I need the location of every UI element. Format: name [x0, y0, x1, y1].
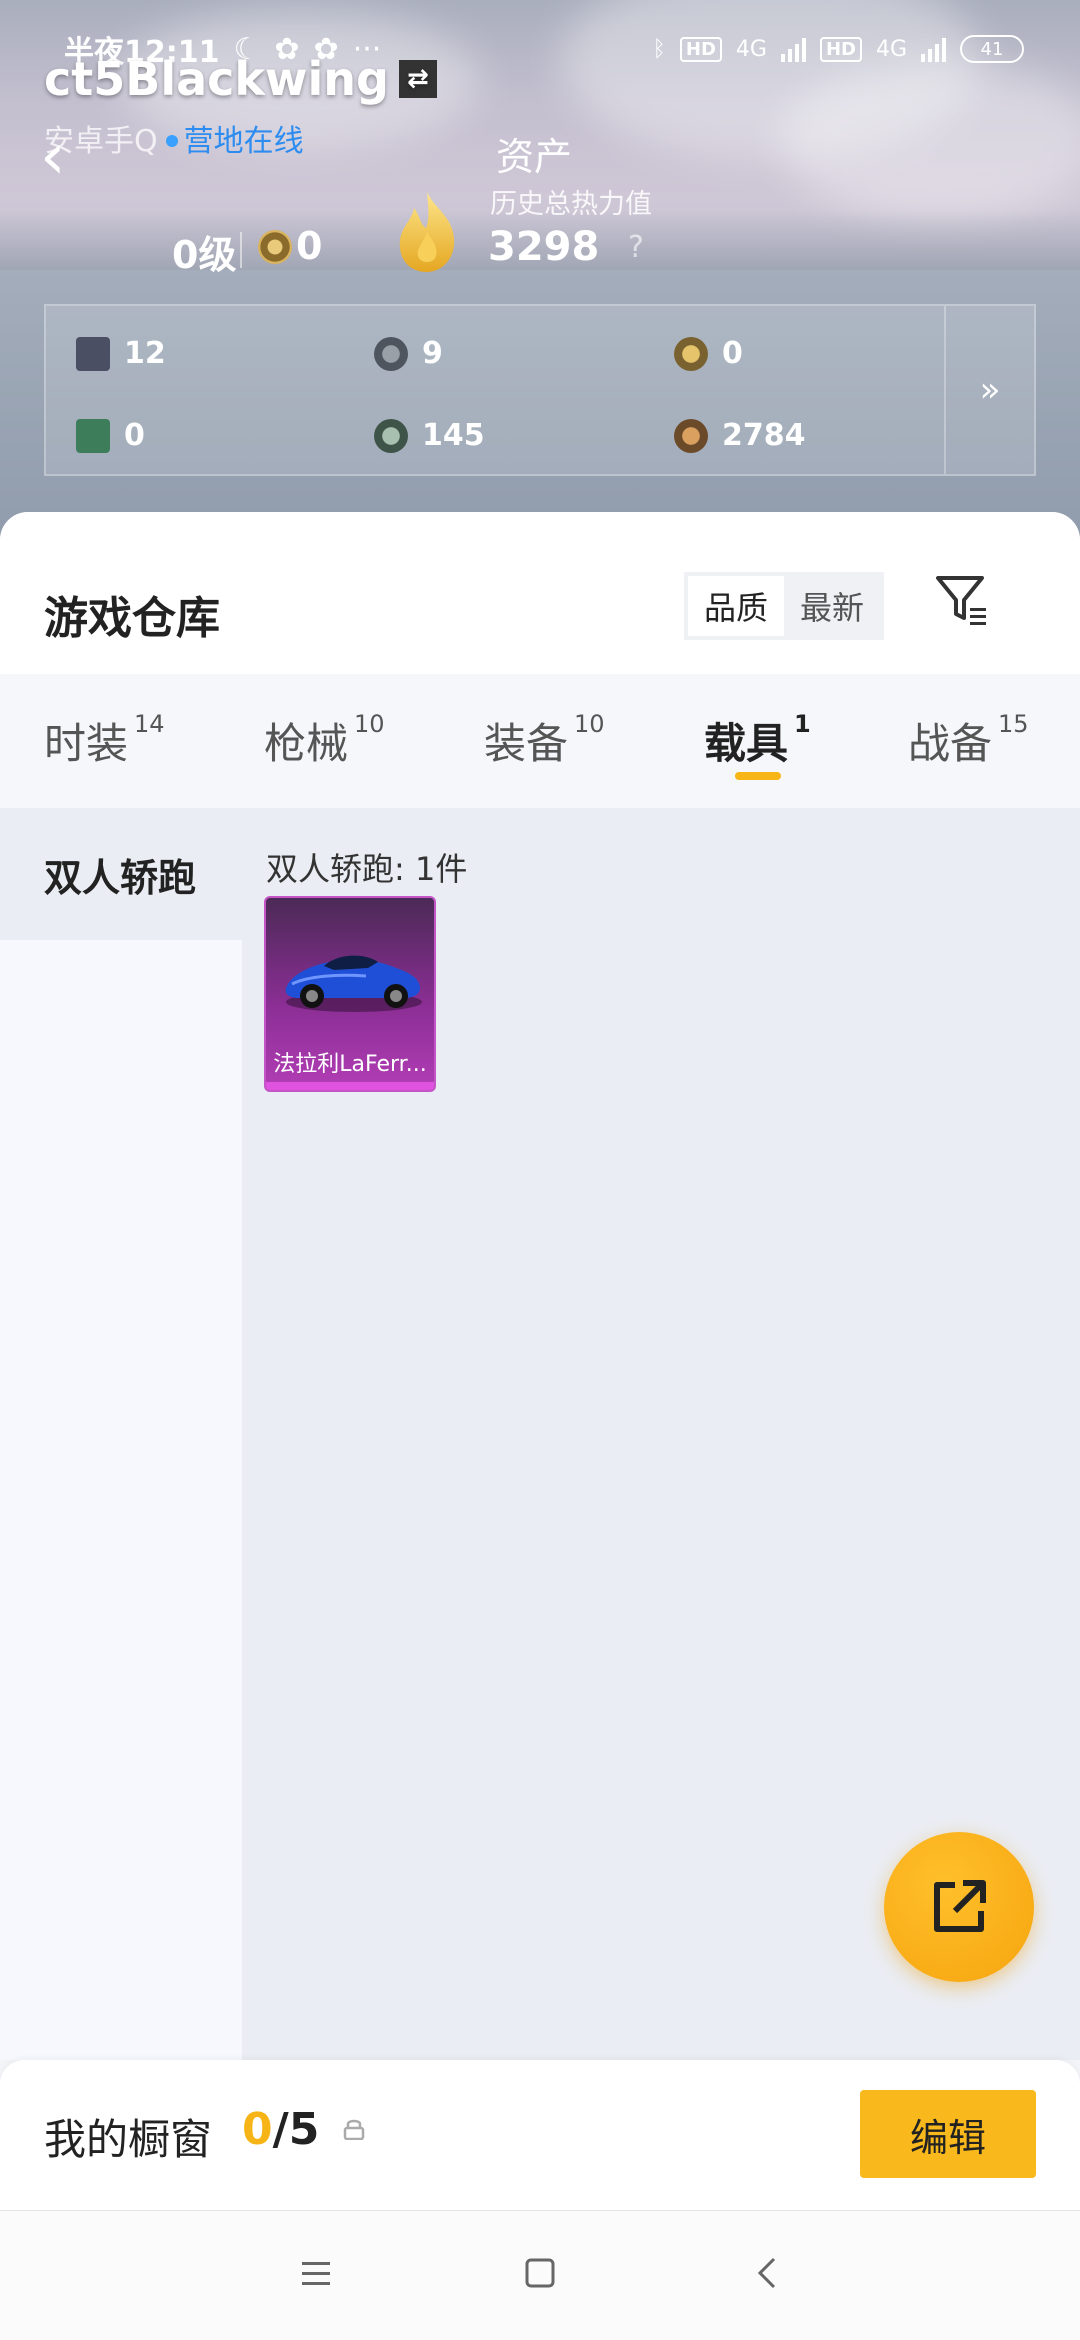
tab-combat-gear[interactable]: 战备 15 — [908, 710, 1029, 771]
gem-icon — [374, 418, 408, 453]
ticket-icon — [76, 418, 110, 453]
tab-label: 载具 — [704, 719, 789, 768]
filter-icon[interactable] — [932, 570, 992, 630]
hd-badge: HD — [679, 36, 722, 62]
sky-cloud — [780, 60, 1080, 220]
profile-header: 半夜12:11 ☾ ✿ ✿ ··· ᛒ HD 4G HD 4G 41 ct5Bl… — [0, 0, 1080, 560]
home-icon[interactable] — [520, 2253, 560, 2293]
showcase-bar: 我的橱窗 0/5 编辑 — [0, 2060, 1080, 2210]
tab-firearms[interactable]: 枪械 10 — [264, 710, 385, 771]
stat-value: 0 — [124, 418, 145, 453]
tab-count: 10 — [354, 710, 385, 738]
lock-icon — [343, 2119, 365, 2140]
tab-label: 枪械 — [264, 719, 349, 768]
warehouse-header: 游戏仓库 品质 最新 — [0, 512, 1080, 674]
bluetooth-icon: ᛒ — [652, 36, 666, 62]
stats-panel: 12 9 0 0 145 2784 » — [44, 304, 1036, 476]
subcategory-sidebar: 双人轿跑 — [0, 808, 242, 2060]
token-icon — [674, 418, 708, 453]
online-status: 营地在线 — [183, 124, 304, 159]
item-name: 法拉利LaFerr... — [273, 1052, 427, 1077]
stat-value: 2784 — [722, 418, 806, 453]
username: ct5Blackwing ⇄ — [44, 52, 437, 106]
stat-item: 0 — [76, 418, 145, 453]
stat-item: 12 — [76, 336, 166, 371]
assets-title: 资产 — [496, 135, 573, 179]
stats-more-button[interactable]: » — [944, 306, 1034, 474]
edit-button[interactable]: 编辑 — [860, 2090, 1036, 2178]
online-dot — [165, 135, 178, 147]
stat-item: 2784 — [674, 418, 806, 453]
stat-value: 9 — [422, 336, 443, 371]
tab-count: 15 — [998, 710, 1029, 738]
tab-label: 战备 — [908, 719, 993, 768]
tab-label: 时装 — [44, 719, 129, 768]
heat-label: 历史总热力值 — [490, 189, 652, 220]
stat-item: 9 — [374, 336, 443, 371]
showcase-total: /5 — [272, 2104, 320, 2155]
tab-count: 1 — [794, 710, 811, 738]
warehouse-sheet: 游戏仓库 品质 最新 时装 14 枪械 10 装备 10 载具 1 战备 15 双人 — [0, 512, 1080, 2060]
tab-count: 14 — [134, 710, 165, 738]
divider — [240, 232, 242, 268]
tab-fashion[interactable]: 时装 14 — [44, 710, 165, 771]
medal-count: 0 — [296, 224, 323, 268]
showcase-label: 我的橱窗 — [44, 2115, 213, 2164]
showcase-count: 0/5 — [242, 2104, 319, 2155]
share-icon — [934, 1880, 986, 1932]
car-image — [285, 955, 422, 1012]
double-chevron-right-icon: » — [979, 370, 1001, 410]
stat-value: 0 — [722, 336, 743, 371]
network-type: 4G — [735, 36, 767, 62]
warehouse-title: 游戏仓库 — [44, 593, 220, 644]
sidebar-item-coupe[interactable]: 双人轿跑 — [0, 808, 242, 940]
system-navigation-bar — [0, 2210, 1080, 2340]
card-icon — [76, 336, 110, 371]
back-icon[interactable] — [748, 2253, 788, 2293]
help-icon[interactable]: ? — [628, 230, 644, 265]
sort-toggle: 品质 最新 — [684, 572, 884, 640]
rarity-bar — [266, 1082, 434, 1090]
battery-indicator: 41 — [960, 35, 1024, 63]
menu-icon[interactable] — [296, 2253, 336, 2293]
showcase-current: 0 — [242, 2104, 273, 2155]
active-tab-indicator — [735, 772, 781, 780]
tab-count: 10 — [574, 710, 605, 738]
sort-quality-option[interactable]: 品质 — [688, 576, 784, 636]
sort-latest-option[interactable]: 最新 — [784, 576, 880, 636]
flame-icon — [399, 192, 455, 272]
signal-icon — [780, 36, 806, 62]
medal-icon — [258, 230, 292, 264]
stat-item: 0 — [674, 336, 743, 371]
account-info: 安卓手Q 营地在线 — [44, 116, 304, 160]
category-count: 双人轿跑: 1件 — [266, 850, 468, 888]
hd-badge: HD — [819, 36, 862, 62]
coin-icon — [374, 336, 408, 371]
switch-account-icon[interactable]: ⇄ — [398, 60, 437, 98]
stat-value: 145 — [422, 418, 485, 453]
stat-item: 145 — [374, 418, 485, 453]
item-card[interactable]: 法拉利LaFerr... — [264, 896, 436, 1092]
back-button[interactable]: ‹ — [40, 125, 66, 189]
tab-vehicles[interactable]: 载具 1 — [704, 710, 811, 771]
tab-label: 装备 — [484, 719, 569, 768]
signal-icon — [921, 36, 946, 62]
stat-value: 12 — [124, 336, 166, 371]
badge-icon — [674, 336, 708, 371]
heat-value: 3298 — [488, 224, 600, 270]
tab-equipment[interactable]: 装备 10 — [484, 710, 605, 771]
username-text: ct5Blackwing — [44, 52, 389, 106]
player-level: 0级 — [172, 233, 237, 277]
share-button[interactable] — [884, 1832, 1034, 1982]
category-tabs: 时装 14 枪械 10 装备 10 载具 1 战备 15 — [0, 674, 1080, 808]
network-type: 4G — [875, 36, 907, 62]
